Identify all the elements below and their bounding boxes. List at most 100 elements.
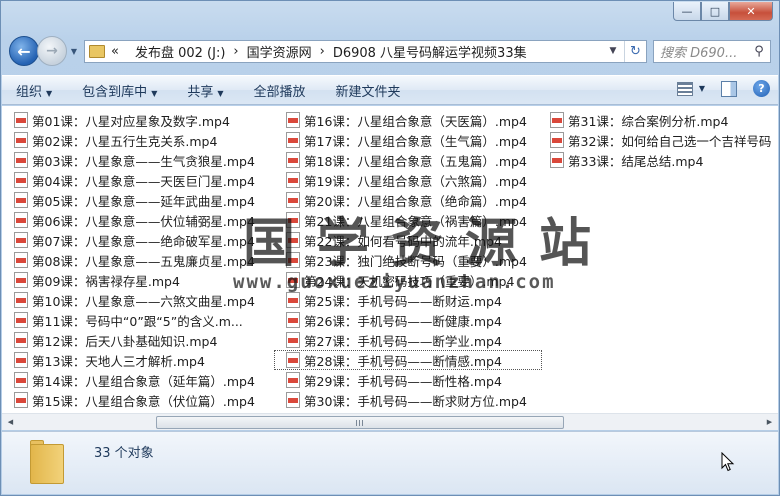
file-name: 第13课：天地人三才解析.mp4 [32, 353, 205, 369]
maximize-button[interactable]: □ [701, 2, 729, 21]
video-file-icon [286, 132, 300, 148]
video-file-icon [286, 312, 300, 328]
file-item[interactable]: 第02课：八星五行生克关系.mp4 [2, 130, 274, 150]
back-button[interactable]: ← [9, 36, 39, 66]
video-file-icon [14, 292, 28, 308]
folder-icon [30, 440, 66, 484]
file-item[interactable]: 第22课：如何看号码中的流年.mp4 [274, 230, 542, 250]
arrow-left-icon: ← [17, 41, 31, 61]
breadcrumb-site-folder[interactable]: 国学资源网 [247, 42, 312, 61]
video-file-icon [286, 152, 300, 168]
file-item[interactable]: 第18课：八星组合象意（五鬼篇）.mp4 [274, 150, 542, 170]
file-column-2: 第16课：八星组合象意（天医篇）.mp4 第17课：八星组合象意（生气篇）.mp4… [274, 110, 542, 410]
file-name: 第15课：八星组合象意（伏位篇）.mp4 [32, 393, 255, 409]
file-list: 第01课：八星对应星象及数字.mp4 第02课：八星五行生克关系.mp4 第03课：… [2, 106, 778, 413]
file-item[interactable]: 第26课：手机号码——断健康.mp4 [274, 310, 542, 330]
file-item[interactable]: 第09课：祸害禄存星.mp4 [2, 270, 274, 290]
file-name: 第27课：手机号码——断学业.mp4 [304, 333, 502, 349]
search-icon[interactable]: ⚲ [748, 44, 770, 59]
search-input[interactable]: 搜索 D690... ⚲ [653, 39, 771, 63]
address-bar[interactable]: « 发布盘 002 (J:) › 国学资源网 › D6908 八星号码解运学视频… [84, 39, 647, 63]
file-item[interactable]: 第17课：八星组合象意（生气篇）.mp4 [274, 130, 542, 150]
breadcrumb-separator[interactable]: › [320, 44, 325, 59]
play-all-button[interactable]: 全部播放 [254, 81, 306, 100]
chevron-down-icon: ▼ [698, 84, 705, 93]
file-name: 第12课：后天八卦基础知识.mp4 [32, 333, 218, 349]
scroll-left-button[interactable]: ◀ [2, 414, 19, 431]
file-item[interactable]: 第16课：八星组合象意（天医篇）.mp4 [274, 110, 542, 130]
video-file-icon [286, 172, 300, 188]
video-file-icon [14, 352, 28, 368]
scrollbar-track[interactable] [19, 415, 761, 430]
horizontal-scrollbar[interactable]: ◀ ▶ [2, 413, 778, 430]
chevron-down-icon: ▼ [70, 46, 78, 56]
breadcrumb-separator[interactable]: › [233, 44, 238, 59]
file-name: 第22课：如何看号码中的流年.mp4 [304, 233, 502, 249]
file-item[interactable]: 第24课：天机密码技巧（重要）.mp4 [274, 270, 542, 290]
file-item[interactable]: 第14课：八星组合象意（延年篇）.mp4 [2, 370, 274, 390]
file-name: 第23课：独门绝技断号码（重要）.mp4 [304, 253, 527, 269]
minimize-button[interactable]: — [673, 2, 701, 21]
preview-pane-button[interactable] [721, 80, 737, 97]
scrollbar-thumb[interactable] [156, 415, 564, 429]
file-name: 第18课：八星组合象意（五鬼篇）.mp4 [304, 153, 527, 169]
file-item[interactable]: 第01课：八星对应星象及数字.mp4 [2, 110, 274, 130]
help-button[interactable]: ? [753, 80, 770, 97]
file-item[interactable]: 第21课：八星组合象意（祸害篇）.mp4 [274, 210, 542, 230]
file-item[interactable]: 第33课：结尾总结.mp4 [538, 150, 778, 170]
breadcrumb-current-folder[interactable]: D6908 八星号码解运学视频33集 [333, 42, 527, 61]
include-in-library-menu[interactable]: 包含到库中 ▼ [82, 81, 157, 100]
new-folder-button[interactable]: 新建文件夹 [336, 81, 401, 100]
details-pane: 33 个对象 [2, 431, 778, 494]
video-file-icon [286, 372, 300, 388]
file-item[interactable]: 第12课：后天八卦基础知识.mp4 [2, 330, 274, 350]
file-name: 第05课：八星象意——延年武曲星.mp4 [32, 193, 255, 209]
video-file-icon [14, 192, 28, 208]
breadcrumb-overflow[interactable]: « [111, 44, 119, 59]
command-bar: 组织 ▼ 包含到库中 ▼ 共享 ▼ 全部播放 新建文件夹 ▼ ? [2, 75, 778, 105]
file-item[interactable]: 第25课：手机号码——断财运.mp4 [274, 290, 542, 310]
file-name: 第11课：号码中“0”跟“5”的含义.m... [32, 313, 243, 329]
explorer-window: — □ ✕ ← → ▼ « 发布盘 002 (J:) › 国学资源网 › D69… [0, 0, 780, 496]
file-item[interactable]: 第03课：八星象意——生气贪狼星.mp4 [2, 150, 274, 170]
file-item[interactable]: 第31课：综合案例分析.mp4 [538, 110, 778, 130]
video-file-icon [550, 112, 564, 128]
video-file-icon [286, 292, 300, 308]
file-name: 第10课：八星象意——六煞文曲星.mp4 [32, 293, 255, 309]
file-item[interactable]: 第08课：八星象意——五鬼廉贞星.mp4 [2, 250, 274, 270]
file-item[interactable]: 第07课：八星象意——绝命破军星.mp4 [2, 230, 274, 250]
address-dropdown-button[interactable]: ▼ [602, 41, 624, 62]
file-item[interactable]: 第27课：手机号码——断学业.mp4 [274, 330, 542, 350]
breadcrumb-drive[interactable]: 发布盘 002 (J:) [135, 42, 225, 61]
file-name: 第20课：八星组合象意（绝命篇）.mp4 [304, 193, 527, 209]
file-item[interactable]: 第11课：号码中“0”跟“5”的含义.m... [2, 310, 274, 330]
file-item[interactable]: 第29课：手机号码——断性格.mp4 [274, 370, 542, 390]
file-name: 第02课：八星五行生克关系.mp4 [32, 133, 218, 149]
recent-pages-dropdown[interactable]: ▼ [68, 47, 80, 56]
file-item[interactable]: 第13课：天地人三才解析.mp4 [2, 350, 274, 370]
refresh-button[interactable]: ↻ [624, 40, 646, 62]
file-item[interactable]: 第23课：独门绝技断号码（重要）.mp4 [274, 250, 542, 270]
file-item[interactable]: 第04课：八星象意——天医巨门星.mp4 [2, 170, 274, 190]
change-view-button[interactable]: ▼ [676, 81, 705, 96]
scroll-right-button[interactable]: ▶ [761, 414, 778, 431]
file-item[interactable]: 第15课：八星组合象意（伏位篇）.mp4 [2, 390, 274, 410]
file-item[interactable]: 第32课：如何给自己选一个吉祥号码 [538, 130, 778, 150]
video-file-icon [550, 132, 564, 148]
file-item[interactable]: 第06课：八星象意——伏位辅弼星.mp4 [2, 210, 274, 230]
file-item[interactable]: 第10课：八星象意——六煞文曲星.mp4 [2, 290, 274, 310]
file-item[interactable]: 第28课：手机号码——断情感.mp4 [274, 350, 542, 370]
forward-button[interactable]: → [37, 36, 67, 66]
file-name: 第32课：如何给自己选一个吉祥号码 [568, 133, 772, 149]
file-name: 第17课：八星组合象意（生气篇）.mp4 [304, 133, 527, 149]
video-file-icon [14, 112, 28, 128]
close-button[interactable]: ✕ [729, 2, 773, 21]
organize-menu[interactable]: 组织 ▼ [16, 81, 52, 100]
file-item[interactable]: 第20课：八星组合象意（绝命篇）.mp4 [274, 190, 542, 210]
file-item[interactable]: 第30课：手机号码——断求财方位.mp4 [274, 390, 542, 410]
object-count: 33 个对象 [94, 446, 154, 461]
file-name: 第33课：结尾总结.mp4 [568, 153, 704, 169]
file-item[interactable]: 第05课：八星象意——延年武曲星.mp4 [2, 190, 274, 210]
file-item[interactable]: 第19课：八星组合象意（六煞篇）.mp4 [274, 170, 542, 190]
share-menu[interactable]: 共享 ▼ [187, 81, 223, 100]
